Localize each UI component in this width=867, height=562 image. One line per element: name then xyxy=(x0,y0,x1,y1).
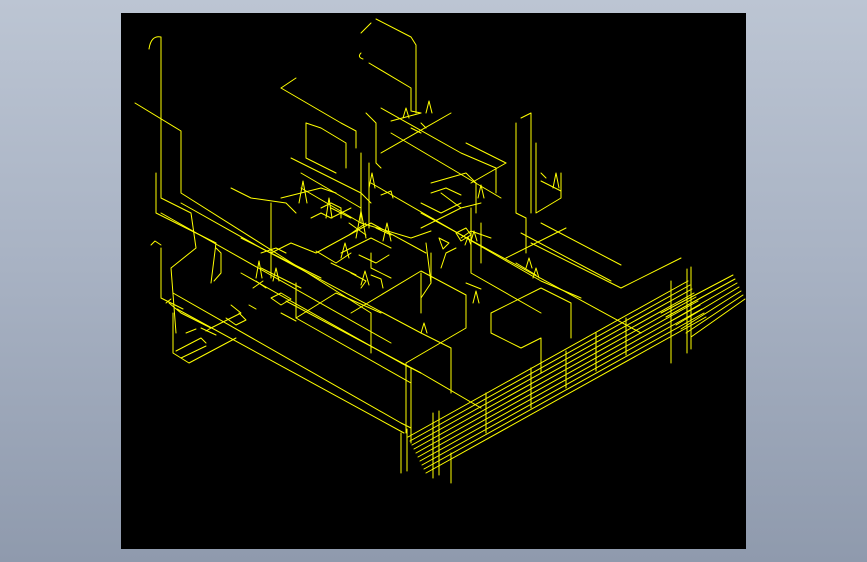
left-valve-assembly xyxy=(165,298,247,364)
cad-viewport[interactable] xyxy=(121,13,746,549)
isometric-pipe-drawing xyxy=(134,18,746,484)
main-pipe-runs xyxy=(134,18,682,444)
right-pipe-bundle xyxy=(400,266,746,484)
flow-arrow-symbols xyxy=(255,100,560,334)
